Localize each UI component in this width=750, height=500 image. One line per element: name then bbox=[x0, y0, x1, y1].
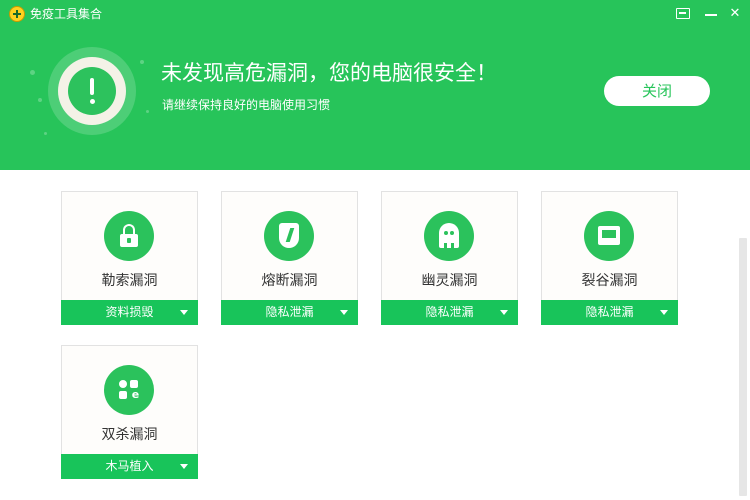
vuln-card-title: 裂谷漏洞 bbox=[581, 273, 638, 289]
minimize-icon bbox=[705, 14, 717, 16]
vuln-card-title: 幽灵漏洞 bbox=[421, 273, 478, 289]
decor-dot bbox=[146, 110, 149, 113]
scan-result-subline: 请继续保持良好的电脑使用习惯 bbox=[162, 98, 331, 112]
scan-result-headline: 未发现高危漏洞，您的电脑很安全！ bbox=[161, 61, 497, 85]
vuln-category-label: 隐私泄漏 bbox=[585, 305, 634, 319]
shield-bolt-icon bbox=[264, 211, 314, 261]
vuln-category-label: 木马植入 bbox=[105, 459, 154, 473]
app-window: 免疫工具集合 ✕ 未发现高危漏洞，您的电脑很安全！ 请继续保持良好的电脑使用习惯… bbox=[0, 0, 750, 500]
vuln-category-label: 隐私泄漏 bbox=[425, 305, 474, 319]
screen-icon bbox=[584, 211, 634, 261]
ie-apps-icon: e bbox=[104, 365, 154, 415]
vuln-card-title: 熔断漏洞 bbox=[261, 273, 318, 289]
app-logo-icon bbox=[9, 6, 25, 22]
chevron-down-icon bbox=[500, 310, 508, 315]
vulnerability-list: 勒索漏洞 资料损毁 熔断漏洞 隐私泄漏 幽灵漏洞 隐私泄漏 裂谷漏洞 隐私泄漏 … bbox=[0, 170, 750, 500]
chevron-down-icon bbox=[340, 310, 348, 315]
feedback-button[interactable] bbox=[672, 4, 694, 24]
vuln-card-title: 勒索漏洞 bbox=[101, 273, 158, 289]
vuln-card-rift[interactable]: 裂谷漏洞 隐私泄漏 bbox=[541, 191, 678, 325]
chevron-down-icon bbox=[660, 310, 668, 315]
vuln-category-label: 隐私泄漏 bbox=[265, 305, 314, 319]
vuln-card-double-kill[interactable]: e 双杀漏洞 木马植入 bbox=[61, 345, 198, 479]
window-close-button[interactable]: ✕ bbox=[724, 4, 746, 24]
app-title: 免疫工具集合 bbox=[30, 7, 103, 21]
vuln-category-dropdown[interactable]: 资料损毁 bbox=[61, 300, 198, 325]
lock-icon bbox=[104, 211, 154, 261]
vuln-card-title: 双杀漏洞 bbox=[101, 427, 158, 443]
vuln-card-ransomware[interactable]: 勒索漏洞 资料损毁 bbox=[61, 191, 198, 325]
scrollbar-thumb[interactable] bbox=[739, 238, 747, 496]
vuln-category-label: 资料损毁 bbox=[105, 305, 154, 319]
decor-dot bbox=[44, 132, 47, 135]
vuln-category-dropdown[interactable]: 隐私泄漏 bbox=[541, 300, 678, 325]
result-banner: 免疫工具集合 ✕ 未发现高危漏洞，您的电脑很安全！ 请继续保持良好的电脑使用习惯… bbox=[0, 0, 750, 170]
vuln-card-meltdown[interactable]: 熔断漏洞 隐私泄漏 bbox=[221, 191, 358, 325]
close-button[interactable]: 关闭 bbox=[604, 76, 710, 106]
ghost-icon bbox=[424, 211, 474, 261]
decor-dot bbox=[30, 70, 35, 75]
chevron-down-icon bbox=[180, 464, 188, 469]
vuln-card-spectre[interactable]: 幽灵漏洞 隐私泄漏 bbox=[381, 191, 518, 325]
exclamation-icon bbox=[68, 67, 116, 115]
vuln-category-dropdown[interactable]: 隐私泄漏 bbox=[381, 300, 518, 325]
decor-dot bbox=[38, 98, 42, 102]
vuln-category-dropdown[interactable]: 木马植入 bbox=[61, 454, 198, 479]
minimize-button[interactable] bbox=[700, 4, 722, 24]
chevron-down-icon bbox=[180, 310, 188, 315]
feedback-icon bbox=[676, 8, 690, 19]
vuln-category-dropdown[interactable]: 隐私泄漏 bbox=[221, 300, 358, 325]
decor-dot bbox=[140, 60, 144, 64]
title-bar[interactable]: 免疫工具集合 ✕ bbox=[0, 0, 750, 28]
